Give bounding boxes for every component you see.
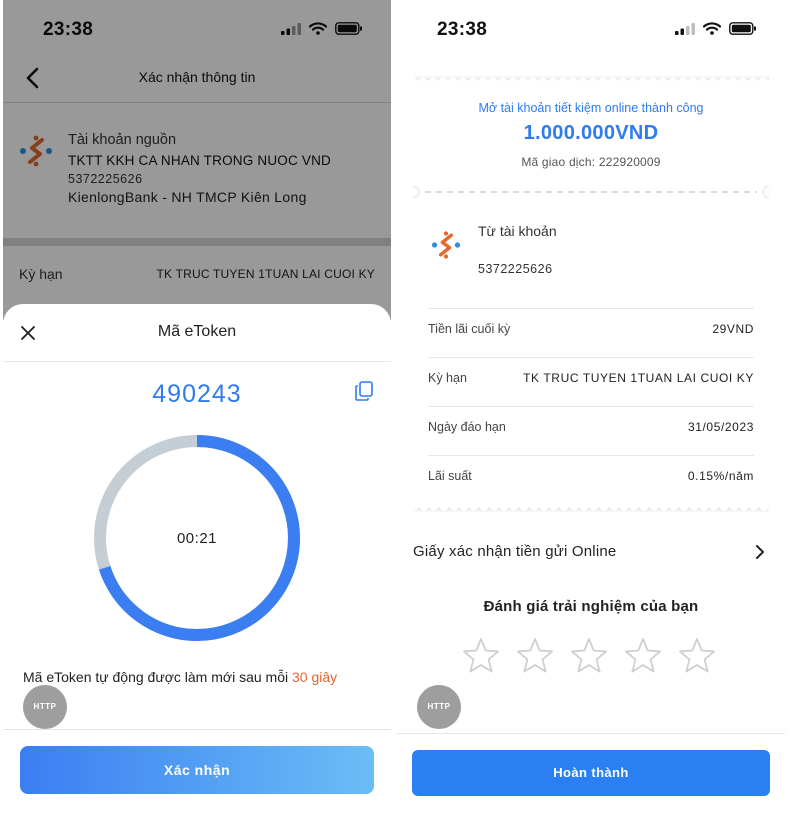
status-icons <box>675 22 757 35</box>
star-icon[interactable] <box>623 636 663 676</box>
etoken-code: 490243 <box>152 380 242 408</box>
interest-row: Tiền lãi cuối kỳ 29VND <box>428 308 754 356</box>
rating-title: Đánh giá trải nghiệm của bạn <box>483 598 699 615</box>
detail-value: 0.15%/năm <box>687 469 754 483</box>
interest-rate-row: Lãi suất 0.15%/năm <box>428 455 754 503</box>
success-screen: 23:38 Mở tài khoản tiết kiệm online thàn… <box>397 0 785 830</box>
star-icon[interactable] <box>677 636 717 676</box>
from-account-label: Từ tài khoản <box>478 223 557 239</box>
star-icon[interactable] <box>569 636 609 676</box>
modal-backdrop[interactable] <box>3 0 391 320</box>
star-icon[interactable] <box>515 636 555 676</box>
status-bar: 23:38 <box>397 0 785 58</box>
from-account-number: 5372225626 <box>478 262 553 276</box>
footer-divider <box>3 729 391 730</box>
done-button[interactable]: Hoàn thành <box>412 750 770 796</box>
transaction-id: Mã giao dịch: 222920009 <box>521 155 661 169</box>
term-row: Kỳ hạn TK TRUC TUYEN 1TUAN LAI CUOI KY <box>428 357 754 405</box>
deposit-certificate-link[interactable]: Giấy xác nhận tiền gửi Online <box>413 534 769 570</box>
http-debug-badge[interactable]: HTTP <box>23 685 67 729</box>
copy-icon[interactable] <box>355 381 373 401</box>
star-icon[interactable] <box>461 636 501 676</box>
detail-label: Kỳ hạn <box>428 371 467 385</box>
bank-logo-icon <box>431 231 461 259</box>
deposit-certificate-label: Giấy xác nhận tiền gửi Online <box>413 543 617 560</box>
chevron-right-icon <box>756 545 764 559</box>
receipt-card: Mở tài khoản tiết kiệm online thành công… <box>413 76 769 512</box>
signal-icon <box>675 22 695 35</box>
confirm-button[interactable]: Xác nhận <box>20 746 374 794</box>
from-account: Từ tài khoản 5372225626 <box>413 220 769 290</box>
receipt-header: Mở tài khoản tiết kiệm online thành công… <box>413 101 769 169</box>
star-rating <box>461 636 717 676</box>
footer-divider <box>397 733 785 734</box>
success-message: Mở tài khoản tiết kiệm online thành công <box>478 101 704 115</box>
detail-value: TK TRUC TUYEN 1TUAN LAI CUOI KY <box>523 371 754 385</box>
wifi-icon <box>703 22 721 35</box>
refresh-note-text: Mã eToken tự động được làm mới sau mỗi <box>23 669 292 685</box>
battery-icon <box>729 22 756 35</box>
maturity-date-row: Ngày đáo hạn 31/05/2023 <box>428 406 754 454</box>
deposit-amount: 1.000.000VND <box>523 122 659 144</box>
etoken-sheet: Mã eToken 490243 00:21 Mã eToken tự động… <box>3 304 391 830</box>
detail-label: Ngày đáo hạn <box>428 420 506 434</box>
refresh-interval: 30 giây <box>292 669 338 685</box>
countdown-timer: 00:21 <box>176 530 218 547</box>
status-time: 23:38 <box>437 19 488 40</box>
sheet-title: Mã eToken <box>157 323 237 340</box>
http-debug-badge[interactable]: HTTP <box>417 685 461 729</box>
sheet-header: Mã eToken <box>3 304 391 362</box>
detail-label: Tiền lãi cuối kỳ <box>428 322 511 336</box>
detail-value: 29VND <box>712 322 754 336</box>
etoken-screen: 23:38 Xác nhận thông tin Tài khoản nguồn… <box>3 0 391 830</box>
detail-label: Lãi suất <box>428 469 472 483</box>
refresh-note: Mã eToken tự động được làm mới sau mỗi 3… <box>23 669 337 685</box>
detail-value: 31/05/2023 <box>687 420 754 434</box>
